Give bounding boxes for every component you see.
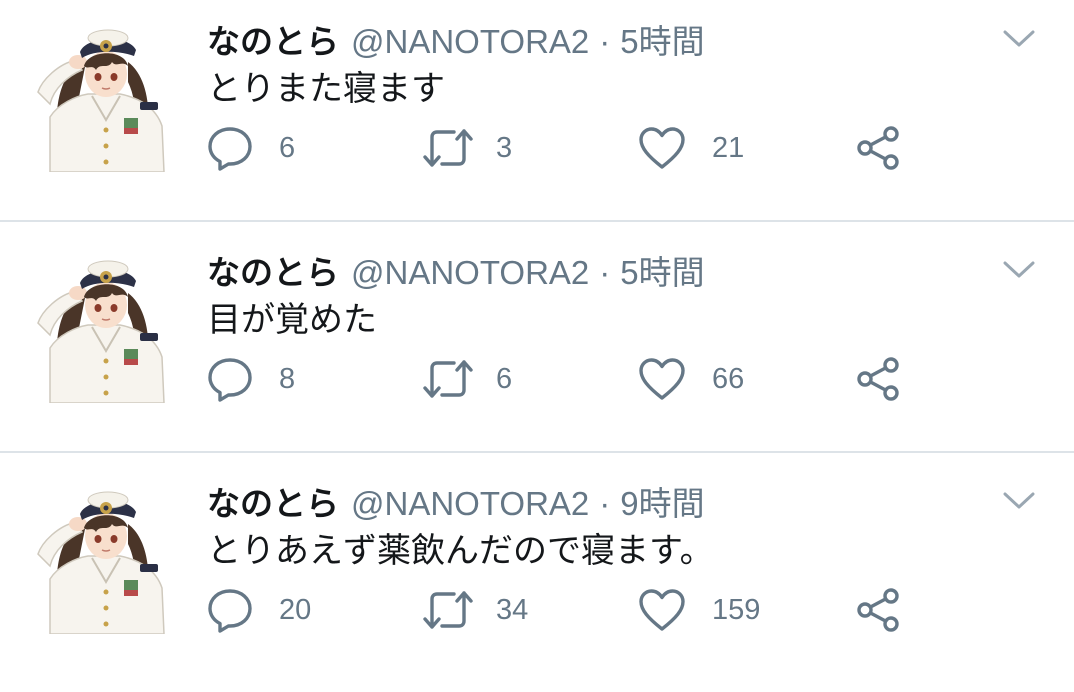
retweet-button[interactable]: 6 <box>422 354 512 404</box>
reply-icon <box>208 358 252 402</box>
reply-button[interactable]: 20 <box>207 585 311 635</box>
tweet[interactable]: なのとら @NANOTORA2 · 9時間 とりあえず薬飲んだので寝ます。 20 34… <box>0 462 1074 692</box>
retweet-button[interactable]: 34 <box>422 585 528 635</box>
reply-icon <box>208 589 252 633</box>
reply-button[interactable]: 8 <box>207 354 295 404</box>
author-handle[interactable]: @NANOTORA2 <box>351 23 589 60</box>
divider <box>0 220 1074 222</box>
avatar[interactable] <box>28 484 166 634</box>
timestamp[interactable]: 9時間 <box>620 485 704 522</box>
retweet-count: 3 <box>496 131 513 164</box>
timestamp[interactable]: 5時間 <box>620 254 704 291</box>
tweet-text: 目が覚めた <box>207 300 377 340</box>
reply-count: 8 <box>279 362 296 395</box>
like-button[interactable]: 159 <box>638 585 760 635</box>
retweet-icon <box>423 360 473 398</box>
reply-count: 6 <box>279 131 296 164</box>
avatar[interactable] <box>28 253 166 403</box>
like-button[interactable]: 66 <box>638 354 744 404</box>
author-name[interactable]: なのとら <box>207 484 339 523</box>
retweet-icon <box>423 129 473 167</box>
tweet-header: なのとら @NANOTORA2 · 9時間 <box>207 484 705 524</box>
avatar[interactable] <box>28 22 166 172</box>
tweet-text: とりまた寝ます <box>207 69 445 109</box>
like-count: 21 <box>712 131 745 164</box>
divider <box>0 451 1074 453</box>
retweet-count: 6 <box>496 362 513 395</box>
tweet[interactable]: なのとら @NANOTORA2 · 5時間 とりまた寝ます 6 3 21 <box>0 0 1074 230</box>
share-button[interactable] <box>856 123 902 173</box>
share-icon <box>857 357 899 401</box>
heart-icon <box>639 589 685 631</box>
reply-button[interactable]: 6 <box>207 123 295 173</box>
reply-count: 20 <box>279 593 312 626</box>
reply-icon <box>208 127 252 171</box>
separator: · <box>599 254 611 291</box>
share-icon <box>857 126 899 170</box>
author-handle[interactable]: @NANOTORA2 <box>351 485 589 522</box>
author-handle[interactable]: @NANOTORA2 <box>351 254 589 291</box>
author-name[interactable]: なのとら <box>207 22 339 61</box>
share-button[interactable] <box>856 585 902 635</box>
chevron-down-icon[interactable] <box>1002 259 1036 281</box>
separator: · <box>599 23 611 60</box>
chevron-down-icon[interactable] <box>1002 28 1036 50</box>
retweet-button[interactable]: 3 <box>422 123 512 173</box>
chevron-down-icon[interactable] <box>1002 490 1036 512</box>
share-button[interactable] <box>856 354 902 404</box>
timestamp[interactable]: 5時間 <box>620 23 704 60</box>
like-count: 66 <box>712 362 745 395</box>
retweet-count: 34 <box>496 593 529 626</box>
like-count: 159 <box>712 593 761 626</box>
share-icon <box>857 588 899 632</box>
tweet-header: なのとら @NANOTORA2 · 5時間 <box>207 253 705 293</box>
retweet-icon <box>423 591 473 629</box>
heart-icon <box>639 358 685 400</box>
tweet-header: なのとら @NANOTORA2 · 5時間 <box>207 22 705 62</box>
tweet[interactable]: なのとら @NANOTORA2 · 5時間 目が覚めた 8 6 66 <box>0 231 1074 461</box>
author-name[interactable]: なのとら <box>207 253 339 292</box>
heart-icon <box>639 127 685 169</box>
separator: · <box>599 485 611 522</box>
tweet-text: とりあえず薬飲んだので寝ます。 <box>207 531 714 571</box>
like-button[interactable]: 21 <box>638 123 744 173</box>
